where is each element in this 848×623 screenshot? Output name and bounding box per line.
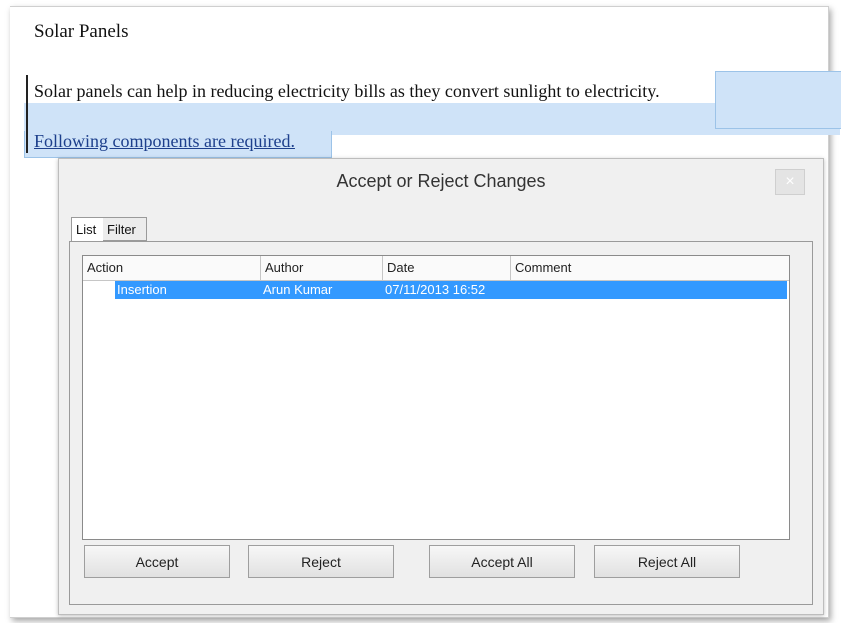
tab-filter[interactable]: Filter [103, 217, 147, 241]
change-highlight-end [715, 71, 841, 129]
tab-list[interactable]: List [71, 217, 104, 241]
changes-list[interactable]: Action Author Date Comment Insertion Aru… [82, 255, 790, 540]
column-header-date[interactable]: Date [383, 256, 511, 280]
column-header-action[interactable]: Action [83, 256, 261, 280]
table-row[interactable]: Insertion Arun Kumar 07/11/2013 16:52 [115, 281, 787, 299]
column-header-comment[interactable]: Comment [511, 256, 789, 280]
accept-reject-dialog: Accept or Reject Changes × List Filter A… [58, 158, 824, 615]
tab-panel-list: Action Author Date Comment Insertion Aru… [69, 241, 813, 605]
close-button[interactable]: × [775, 169, 805, 195]
document-paragraph[interactable]: Solar panels can help in reducing electr… [34, 81, 660, 102]
accept-button[interactable]: Accept [84, 545, 230, 578]
reject-all-button[interactable]: Reject All [594, 545, 740, 578]
dialog-title: Accept or Reject Changes [336, 171, 546, 191]
change-bar [26, 75, 28, 153]
reject-button[interactable]: Reject [248, 545, 394, 578]
cell-action: Insertion [117, 282, 167, 297]
list-header: Action Author Date Comment [83, 256, 789, 281]
inserted-text[interactable]: Following components are required. [34, 131, 295, 152]
cell-date: 07/11/2013 16:52 [385, 282, 486, 297]
document-title[interactable]: Solar Panels [34, 21, 128, 43]
cell-author: Arun Kumar [263, 282, 333, 297]
column-header-author[interactable]: Author [261, 256, 383, 280]
accept-all-button[interactable]: Accept All [429, 545, 575, 578]
